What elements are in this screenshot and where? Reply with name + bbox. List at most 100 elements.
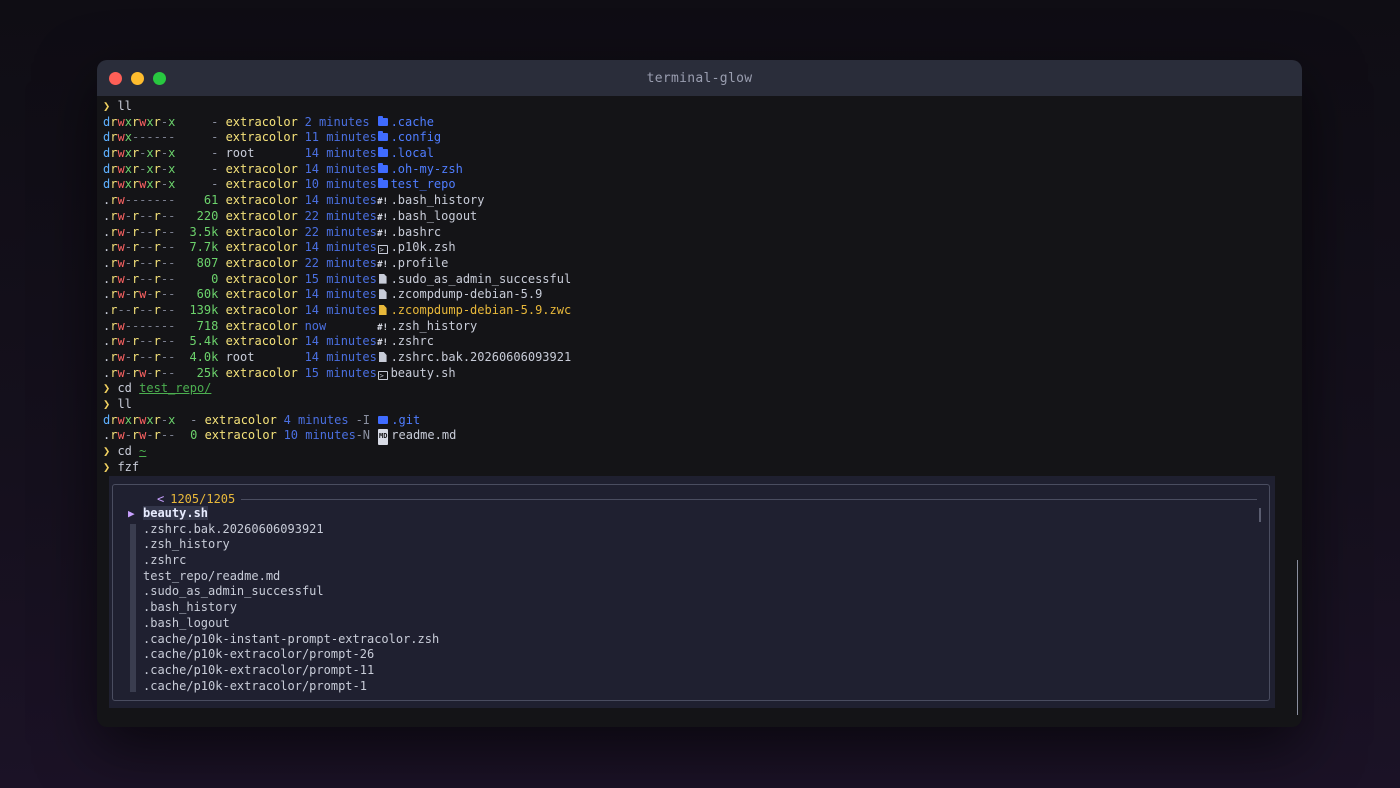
fzf-result-text: .cache/p10k-instant-prompt-extracolor.zs… [143,631,440,646]
permission-char: r [153,114,161,129]
file-name[interactable]: .zcompdump-debian-5.9.zwc [391,303,572,317]
fzf-scrollbar[interactable] [1259,508,1261,522]
file-modified-time: 14 minutes [304,193,377,208]
file-name[interactable]: test_repo [391,177,456,191]
permission-char: - [146,224,154,239]
permission-char: w [117,193,125,208]
permission-char: x [124,114,132,129]
file-modified-time: 22 minutes [304,255,377,270]
file-modified-time: 14 minutes [304,302,377,317]
file-name[interactable]: .sudo_as_admin_successful [391,272,572,286]
listing-row: .rw-r--r-- 5.4k extracolor 14 minutes#! .zs… [103,334,571,350]
listing-row: .rw-r--r-- 0 extracolor 15 minutes .sudo_as… [103,272,571,288]
command-argument[interactable]: ~ [139,444,146,458]
file-name[interactable]: .zcompdump-debian-5.9 [391,287,543,301]
listing-row: .rw-rw-r-- 0 extracolor 10 minutes-N MD rea… [103,428,571,446]
command-argument[interactable]: test_repo/ [139,381,211,395]
file-name[interactable]: .bash_logout [391,209,478,223]
file-name[interactable]: .git [391,413,420,427]
file-owner: extracolor [225,161,298,176]
file-name[interactable]: .oh-my-zsh [391,162,463,176]
permission-char: - [153,130,161,145]
permission-char: - [168,428,176,443]
fzf-result-text: .cache/p10k-extracolor/prompt-1 [143,678,367,693]
file-shape [378,273,387,284]
permission-char: w [117,334,125,349]
permission-char: w [117,318,125,333]
terminal-window: terminal-glow ❯ ll drwxrwxr-x - extracolor… [97,60,1302,727]
permission-char: - [168,240,176,255]
fzf-match-count: 1205/1205 [170,492,236,506]
file-shape [378,304,387,315]
file-name[interactable]: readme.md [391,428,456,442]
permission-char: - [124,193,132,208]
fzf-result-item[interactable]: .zshrc [143,553,439,569]
file-name[interactable]: .zshrc [391,334,434,348]
permission-char: - [153,318,161,333]
file-name[interactable]: .profile [391,256,449,270]
file-name[interactable]: .local [391,146,434,160]
fzf-result-item[interactable]: .zsh_history [143,537,439,553]
permission-char: r [153,302,161,317]
permission-char: w [117,177,125,192]
file-owner: extracolor [225,130,298,145]
fzf-panel[interactable]: <1205/1205 ▶ beauty.sh .zshrc.bak.2026060… [109,476,1275,708]
permission-char: x [124,177,132,192]
listing-row: .rw-r--r-- 4.0k root 14 minutes .zshrc.bak.… [103,350,571,366]
permission-char: w [117,412,125,427]
permission-char: r [153,224,161,239]
fzf-result-item[interactable]: .cache/p10k-extracolor/prompt-11 [143,663,439,679]
folder-icon [377,115,389,131]
markdown-icon: MD [377,428,389,446]
fzf-result-text: .cache/p10k-extracolor/prompt-26 [143,647,375,662]
command-text: ll [117,397,132,412]
fzf-result-item[interactable]: .zshrc.bak.20260606093921 [143,522,439,538]
permission-char: - [168,224,176,239]
fzf-result-item[interactable]: .bash_history [143,600,439,616]
file-modified-time: 14 minutes [304,287,377,302]
terminal-scrollbar[interactable] [1297,560,1298,715]
terminal-output[interactable]: ❯ ll drwxrwxr-x - extracolor 2 minutes .cach… [103,99,571,476]
permission-char: - [124,334,132,349]
fzf-result-item[interactable]: beauty.sh [143,506,439,522]
command-text: cd [117,381,132,396]
file-name[interactable]: .zshrc.bak.20260606093921 [391,350,572,364]
permission-char: x [168,412,176,427]
file-name[interactable]: .bash_history [391,193,485,207]
permission-char: w [117,271,125,286]
permission-char: - [146,240,154,255]
listing-row: .rw-r--r-- 807 extracolor 22 minutes#! .pro… [103,256,571,272]
fzf-result-item[interactable]: .cache/p10k-instant-prompt-extracolor.zs… [143,632,439,648]
terminal-glyph: >_ [377,370,389,380]
permission-char: - [146,208,154,223]
file-name[interactable]: .p10k.zsh [391,240,456,254]
shebang-glyph: #! [377,212,388,223]
fzf-result-item[interactable]: test_repo/readme.md [143,569,439,585]
file-owner: root [225,146,255,161]
shebang-glyph: #! [377,259,388,270]
file-name[interactable]: .config [391,130,442,144]
file-size: 61 [203,193,219,208]
file-name[interactable]: .cache [391,115,434,129]
fzf-result-item[interactable]: .cache/p10k-extracolor/prompt-26 [143,647,439,663]
permission-char: x [124,161,132,176]
permission-char: - [124,287,132,302]
fzf-result-item[interactable]: .bash_logout [143,616,439,632]
file-name[interactable]: beauty.sh [391,366,456,380]
permission-char: w [117,130,125,145]
folder-icon [377,162,389,178]
listing-row: drwxr-xr-x - extracolor 14 minutes .oh-my-z… [103,162,571,178]
file-name[interactable]: .bashrc [391,225,442,239]
file-modified-time: now [304,318,327,333]
permission-char: x [168,114,176,129]
file-name[interactable]: .zsh_history [391,319,478,333]
permission-char: w [117,255,125,270]
fzf-result-item[interactable]: .sudo_as_admin_successful [143,584,439,600]
file-modified-time: 4 minutes [283,412,349,427]
fzf-info: <1205/1205 [157,492,235,506]
fzf-results-list[interactable]: beauty.sh .zshrc.bak.20260606093921 .zsh_h… [143,506,439,694]
fzf-result-item[interactable]: .cache/p10k-extracolor/prompt-1 [143,679,439,695]
permission-char: - [124,224,132,239]
folder-shape [377,115,388,126]
file-owner: extracolor [225,208,298,223]
